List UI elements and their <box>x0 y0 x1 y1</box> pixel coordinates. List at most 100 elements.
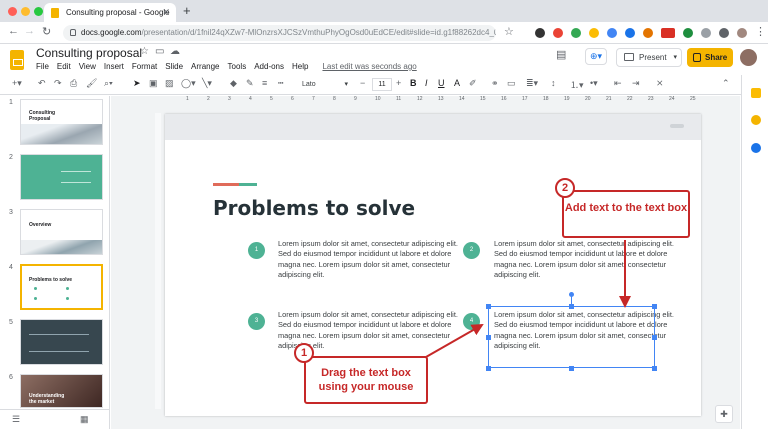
resize-handle[interactable] <box>652 366 657 371</box>
slide-thumbnail[interactable]: Understanding the market <box>20 374 103 408</box>
bulleted-list-icon[interactable]: •▾ <box>590 78 598 89</box>
numbered-list-icon[interactable]: ⒈▾ <box>570 78 584 91</box>
image-icon[interactable]: ▨ <box>165 78 174 89</box>
align-icon[interactable]: ≣▾ <box>526 78 538 89</box>
forward-icon[interactable]: → <box>24 25 35 37</box>
extension-icon[interactable] <box>661 28 675 38</box>
grid-view-icon[interactable]: ▦ <box>80 414 89 425</box>
slide-thumbnail[interactable] <box>20 154 103 200</box>
fill-color-icon[interactable]: ◆ <box>230 78 237 89</box>
profile-avatar[interactable] <box>737 28 747 38</box>
move-folder-icon[interactable]: ▭ <box>155 46 164 57</box>
back-icon[interactable]: ← <box>8 25 19 37</box>
resize-handle[interactable] <box>569 304 574 309</box>
close-window-button[interactable] <box>8 7 17 16</box>
browser-menu-icon[interactable]: ⋮ <box>755 25 766 38</box>
decrease-indent-icon[interactable]: ⇤ <box>614 78 622 89</box>
tasks-icon[interactable] <box>751 143 761 153</box>
font-select[interactable]: Lato ▾ <box>298 78 350 91</box>
menu-addons[interactable]: Add-ons <box>254 62 284 71</box>
reload-icon[interactable]: ↻ <box>42 25 51 38</box>
highlight-icon[interactable]: ✐ <box>469 78 477 89</box>
clear-format-icon[interactable]: ⨯ <box>656 78 664 89</box>
extension-icon[interactable] <box>535 28 545 38</box>
menu-tools[interactable]: Tools <box>228 62 247 71</box>
paint-format-icon[interactable]: 🖌 <box>86 78 97 89</box>
menu-insert[interactable]: Insert <box>104 62 124 71</box>
explore-icon[interactable]: ✚ <box>715 405 733 423</box>
selection-box[interactable] <box>488 306 655 368</box>
keep-icon[interactable] <box>751 115 761 125</box>
new-tab-button[interactable]: + <box>183 3 191 18</box>
extension-icon[interactable] <box>625 28 635 38</box>
text-box[interactable]: Lorem ipsum dolor sit amet, consectetur … <box>494 239 674 280</box>
resize-handle[interactable] <box>486 366 491 371</box>
select-cursor-icon[interactable]: ➤ <box>133 78 141 89</box>
decrease-font-icon[interactable]: − <box>360 78 365 88</box>
tab-close-icon[interactable]: ✕ <box>162 3 170 22</box>
extension-icon[interactable] <box>701 28 711 38</box>
user-avatar[interactable] <box>740 49 757 66</box>
slide-thumbnail-selected[interactable]: Problems to solve <box>20 264 103 310</box>
redo-icon[interactable]: ↷ <box>54 78 62 89</box>
maximize-window-button[interactable] <box>34 7 43 16</box>
new-slide-icon[interactable]: +▾ <box>12 78 22 89</box>
print-icon[interactable]: ⎙ <box>70 78 77 89</box>
slide-canvas[interactable]: Problems to solve 1 Lorem ipsum dolor si… <box>165 114 701 416</box>
slide-thumbnail[interactable]: Overview <box>20 209 103 255</box>
underline-icon[interactable]: U <box>438 78 445 88</box>
link-icon[interactable]: ⚭ <box>491 78 499 89</box>
line-spacing-icon[interactable]: ↕ <box>551 78 556 88</box>
menu-file[interactable]: File <box>36 62 49 71</box>
text-color-icon[interactable]: A <box>454 78 460 88</box>
zoom-icon[interactable]: ⌕▾ <box>104 78 113 89</box>
resize-handle[interactable] <box>652 335 657 340</box>
url-input[interactable]: docs.google.com/presentation/d/1fnil24qX… <box>63 25 496 41</box>
menu-arrange[interactable]: Arrange <box>191 62 219 71</box>
shape-icon[interactable]: ◯▾ <box>181 78 196 89</box>
menu-slide[interactable]: Slide <box>165 62 183 71</box>
document-title[interactable]: Consulting proposal <box>36 46 142 60</box>
resize-handle[interactable] <box>569 366 574 371</box>
menu-view[interactable]: View <box>79 62 96 71</box>
slide-thumbnail[interactable] <box>20 319 103 365</box>
italic-icon[interactable]: I <box>425 78 428 88</box>
extension-icon[interactable] <box>571 28 581 38</box>
extension-icon[interactable] <box>683 28 693 38</box>
increase-indent-icon[interactable]: ⇥ <box>632 78 640 89</box>
extension-icon[interactable] <box>643 28 653 38</box>
border-dash-icon[interactable]: ┅ <box>278 78 283 89</box>
present-button[interactable]: Present ▾ <box>616 48 682 67</box>
bookmark-star-icon[interactable]: ☆ <box>504 25 514 38</box>
resize-handle[interactable] <box>486 304 491 309</box>
extension-icon[interactable] <box>589 28 599 38</box>
browser-tab[interactable]: Consulting proposal - Google ✕ <box>44 3 176 22</box>
border-color-icon[interactable]: ✎ <box>246 78 254 89</box>
border-weight-icon[interactable]: ≡ <box>262 78 267 88</box>
comment-icon[interactable]: ▭ <box>507 78 516 89</box>
resize-handle[interactable] <box>652 304 657 309</box>
extension-icon[interactable] <box>553 28 563 38</box>
last-edit-link[interactable]: Last edit was seconds ago <box>322 62 416 71</box>
present-dropdown-icon[interactable]: ▾ <box>673 49 677 66</box>
comment-history-icon[interactable]: ▤ <box>556 48 566 61</box>
minimize-window-button[interactable] <box>21 7 30 16</box>
undo-icon[interactable]: ↶ <box>38 78 46 89</box>
slide-title[interactable]: Problems to solve <box>213 196 415 220</box>
menu-edit[interactable]: Edit <box>57 62 71 71</box>
text-box[interactable]: Lorem ipsum dolor sit amet, consectetur … <box>278 239 458 280</box>
collapse-toolbar-icon[interactable]: ⌃ <box>722 78 730 89</box>
extension-icon[interactable] <box>719 28 729 38</box>
add-to-presentation-icon[interactable]: ⊕▾ <box>585 48 607 65</box>
calendar-icon[interactable] <box>751 88 761 98</box>
extension-icon[interactable] <box>607 28 617 38</box>
menu-help[interactable]: Help <box>292 62 308 71</box>
textbox-icon[interactable]: ▣ <box>149 78 158 89</box>
menu-format[interactable]: Format <box>132 62 157 71</box>
line-icon[interactable]: ╲▾ <box>202 78 212 89</box>
share-button[interactable]: Share <box>687 48 733 67</box>
increase-font-icon[interactable]: + <box>396 78 401 88</box>
bold-icon[interactable]: B <box>410 78 417 88</box>
resize-handle[interactable] <box>486 335 491 340</box>
list-view-icon[interactable]: ☰ <box>12 414 20 425</box>
